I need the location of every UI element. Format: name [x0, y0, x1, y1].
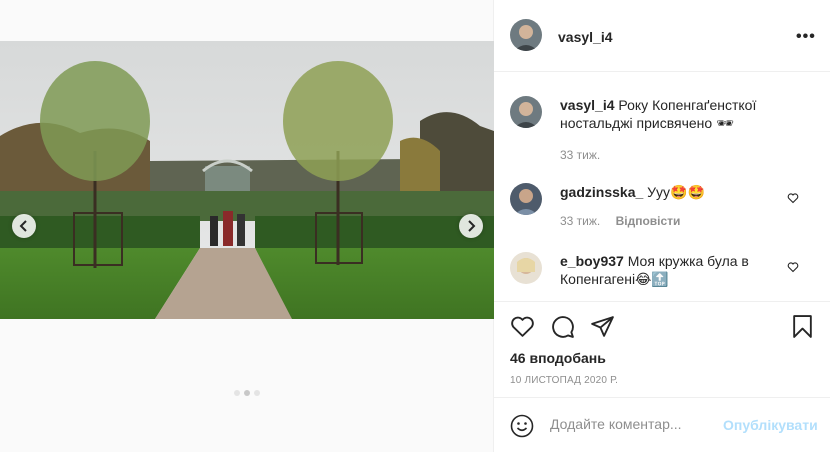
commenter-username[interactable]: gadzinsska_: [560, 184, 643, 200]
chevron-left-icon: [19, 220, 27, 232]
commenter-avatar[interactable]: [510, 252, 542, 284]
more-options-icon[interactable]: •••: [796, 28, 816, 46]
caption-username[interactable]: vasyl_i4: [560, 97, 615, 113]
commenter-avatar[interactable]: [510, 183, 542, 215]
caption-body: vasyl_i4 Року Копенгаґенсткої ностальджі…: [560, 96, 780, 132]
comment-input[interactable]: [550, 416, 720, 432]
heart-icon[interactable]: [510, 314, 535, 339]
carousel-dot: [234, 390, 240, 396]
carousel-prev-button[interactable]: [12, 214, 36, 238]
smiley-icon[interactable]: [510, 414, 534, 438]
post-actions: 46 вподобань 10 ЛИСТОПАД 2020 Р. Опублік…: [494, 301, 830, 452]
carousel-indicator: [0, 390, 494, 396]
chevron-right-icon: [468, 220, 476, 232]
caption-avatar[interactable]: [510, 96, 542, 128]
bookmark-icon[interactable]: [790, 314, 815, 339]
comment-like-icon[interactable]: [787, 192, 799, 204]
comment-text: Ууу🤩🤩: [647, 184, 705, 200]
add-comment-bar: Опублікувати: [494, 397, 830, 453]
carousel-dot-active: [244, 390, 250, 396]
comment-meta: 33 тиж. Відповісти: [560, 214, 680, 228]
carousel-next-button[interactable]: [459, 214, 483, 238]
commenter-username[interactable]: e_boy937: [560, 253, 624, 269]
comments-list: vasyl_i4 Року Копенгаґенсткої ностальджі…: [494, 73, 830, 301]
author-username[interactable]: vasyl_i4: [558, 29, 613, 45]
comment-like-icon[interactable]: [787, 261, 799, 273]
author-avatar[interactable]: [510, 19, 542, 51]
likes-count[interactable]: 46 вподобань: [510, 350, 606, 366]
reply-button[interactable]: Відповісти: [616, 214, 681, 228]
comment-time[interactable]: 33 тиж.: [560, 214, 600, 228]
post-media: [0, 0, 494, 452]
post-photo[interactable]: [0, 41, 494, 319]
instagram-post: vasyl_i4 ••• vasyl_i4 Року Копенгаґенстк…: [0, 0, 830, 452]
publish-button[interactable]: Опублікувати: [723, 417, 818, 433]
post-header: vasyl_i4 •••: [494, 0, 830, 72]
caption-meta: 33 тиж.: [560, 148, 600, 162]
caption-time[interactable]: 33 тиж.: [560, 148, 600, 162]
comment-body: gadzinsska_ Ууу🤩🤩: [560, 183, 780, 201]
post-side-panel: vasyl_i4 ••• vasyl_i4 Року Копенгаґенстк…: [494, 0, 830, 452]
comment-icon[interactable]: [550, 314, 575, 339]
post-date[interactable]: 10 ЛИСТОПАД 2020 Р.: [510, 375, 618, 386]
paper-plane-icon[interactable]: [590, 314, 615, 339]
carousel-dot: [254, 390, 260, 396]
comment-body: e_boy937 Моя кружка була в Копенгагені😂🔝: [560, 252, 780, 288]
